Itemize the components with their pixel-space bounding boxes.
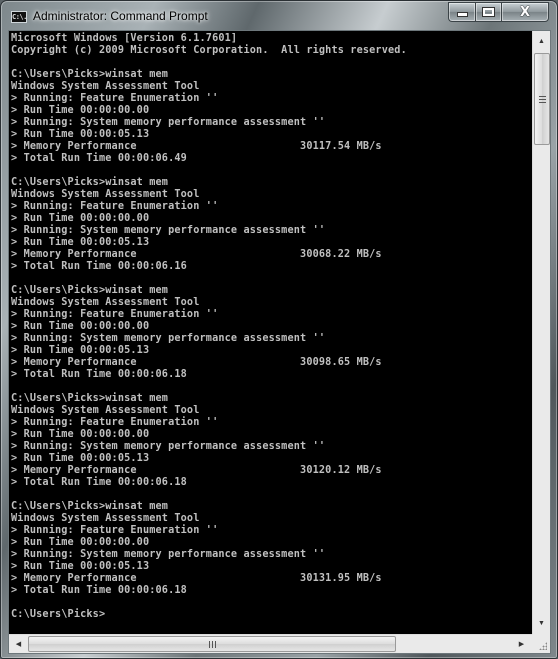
minimize-icon [456,12,468,17]
scroll-left-arrow-icon[interactable]: ◀ [10,635,27,652]
output-line: > Run Time 00:00:05.13 [11,561,150,572]
output-line: > Running: System memory performance ass… [11,225,326,236]
output-line: > Run Time 00:00:00.00 [11,429,150,440]
console-output[interactable]: Microsoft Windows [Version 6.1.7601] Copy… [9,31,532,634]
vertical-scrollbar[interactable]: ▲ ▼ [532,31,550,634]
output-line: > Run Time 00:00:00.00 [11,537,150,548]
command-prompt-line: C:\Users\Picks>winsat mem [11,177,169,188]
resize-grip-icon[interactable] [532,634,550,653]
console-client-area: Microsoft Windows [Version 6.1.7601] Copy… [8,30,551,654]
vertical-scroll-thumb[interactable] [534,53,550,145]
console-header-line: Microsoft Windows [Version 6.1.7601] [11,33,238,44]
output-line: > Memory Performance 30068.22 MB/s [11,249,382,260]
output-line: > Total Run Time 00:00:06.18 [11,369,187,380]
output-line: > Run Time 00:00:05.13 [11,129,150,140]
output-line: > Running: Feature Enumeration '' [11,309,219,320]
output-line: > Running: System memory performance ass… [11,549,326,560]
console-text: Microsoft Windows [Version 6.1.7601] Copy… [9,31,532,621]
output-line: Windows System Assessment Tool [11,405,200,416]
command-prompt-line: C:\Users\Picks>winsat mem [11,69,169,80]
output-line: > Total Run Time 00:00:06.16 [11,261,187,272]
output-line: Windows System Assessment Tool [11,81,200,92]
output-line: > Memory Performance 30098.65 MB/s [11,357,382,368]
output-line: Windows System Assessment Tool [11,297,200,308]
output-line: Windows System Assessment Tool [11,513,200,524]
command-prompt-line: C:\Users\Picks>winsat mem [11,393,169,404]
output-line: > Total Run Time 00:00:06.18 [11,585,187,596]
close-button[interactable]: X [501,2,549,22]
current-prompt-line: C:\Users\Picks> [11,609,106,620]
caption-buttons: X [448,2,549,22]
output-line: > Run Time 00:00:00.00 [11,105,150,116]
close-icon: X [519,4,531,20]
output-line: > Running: Feature Enumeration '' [11,201,219,212]
output-line: > Running: Feature Enumeration '' [11,417,219,428]
scroll-down-arrow-icon[interactable]: ▼ [533,615,550,632]
horizontal-scroll-thumb[interactable] [28,636,396,652]
scroll-right-arrow-icon[interactable]: ▶ [513,635,530,652]
cmd-icon[interactable]: C:\. [11,11,27,23]
command-prompt-window: C:\. Administrator: Command Prompt X Mic… [0,0,558,659]
output-line: > Run Time 00:00:05.13 [11,237,150,248]
output-line: > Running: System memory performance ass… [11,117,326,128]
horizontal-scrollbar[interactable]: ◀ ▶ [9,634,532,653]
grip-icon [208,640,216,648]
title-bar[interactable]: C:\. Administrator: Command Prompt X [1,1,557,31]
output-line: > Total Run Time 00:00:06.49 [11,153,187,164]
maximize-button[interactable] [475,2,501,22]
output-line: > Total Run Time 00:00:06.18 [11,477,187,488]
console-header-line: Copyright (c) 2009 Microsoft Corporation… [11,45,407,56]
window-title: Administrator: Command Prompt [33,9,208,23]
output-line: > Running: Feature Enumeration '' [11,525,219,536]
output-line: > Run Time 00:00:00.00 [11,213,150,224]
output-line: > Run Time 00:00:00.00 [11,321,150,332]
command-prompt-line: C:\Users\Picks>winsat mem [11,285,169,296]
grip-icon [538,95,546,103]
maximize-icon [482,7,495,17]
output-line: > Memory Performance 30131.95 MB/s [11,573,382,584]
output-line: Windows System Assessment Tool [11,189,200,200]
output-line: > Running: System memory performance ass… [11,333,326,344]
scroll-up-arrow-icon[interactable]: ▲ [533,33,550,50]
output-line: > Memory Performance 30117.54 MB/s [11,141,382,152]
output-line: > Running: Feature Enumeration '' [11,93,219,104]
command-prompt-line: C:\Users\Picks>winsat mem [11,501,169,512]
output-line: > Running: System memory performance ass… [11,441,326,452]
output-line: > Memory Performance 30120.12 MB/s [11,465,382,476]
output-line: > Run Time 00:00:05.13 [11,345,150,356]
minimize-button[interactable] [448,2,475,22]
output-line: > Run Time 00:00:05.13 [11,453,150,464]
